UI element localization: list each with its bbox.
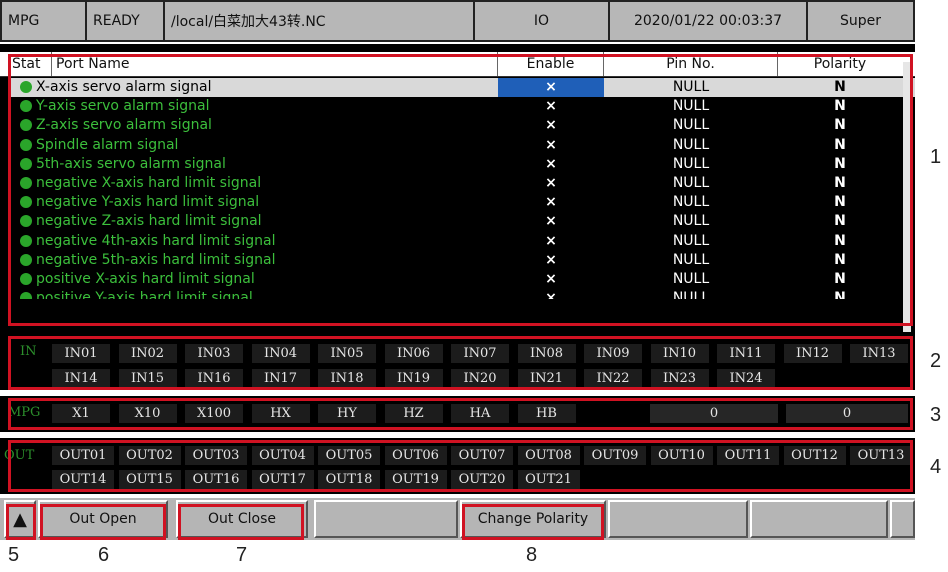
annotation-box-4 (8, 440, 913, 492)
callout-1: 1 (930, 146, 942, 168)
status-bar: MPG READY /local/白菜加大43转.NC IO 2020/01/2… (0, 0, 915, 42)
callout-6: 6 (98, 544, 110, 566)
screen-name: IO (475, 0, 610, 42)
annotation-box-5 (6, 504, 36, 540)
callout-7: 7 (236, 544, 248, 566)
softkey-empty-3[interactable] (750, 500, 888, 538)
annotation-box-8 (462, 504, 604, 540)
mode-indicator: MPG (0, 0, 87, 42)
callout-3: 3 (930, 404, 942, 426)
annotation-box-1 (8, 54, 913, 326)
annotation-box-2 (8, 336, 913, 390)
state-indicator: READY (87, 0, 165, 42)
annotation-box-3 (8, 398, 913, 430)
file-name: /local/白菜加大43转.NC (165, 0, 475, 42)
annotation-box-7 (178, 504, 304, 540)
softkey-empty-1[interactable] (314, 500, 458, 538)
annotation-box-6 (40, 504, 166, 540)
date-time: 2020/01/22 00:03:37 (610, 0, 808, 42)
callout-8: 8 (526, 544, 538, 566)
callout-2: 2 (930, 350, 942, 372)
callout-4: 4 (930, 456, 942, 478)
callout-5: 5 (8, 544, 20, 566)
softkey-empty-4[interactable] (890, 500, 915, 538)
user-level: Super (808, 0, 915, 42)
softkey-empty-2[interactable] (608, 500, 748, 538)
